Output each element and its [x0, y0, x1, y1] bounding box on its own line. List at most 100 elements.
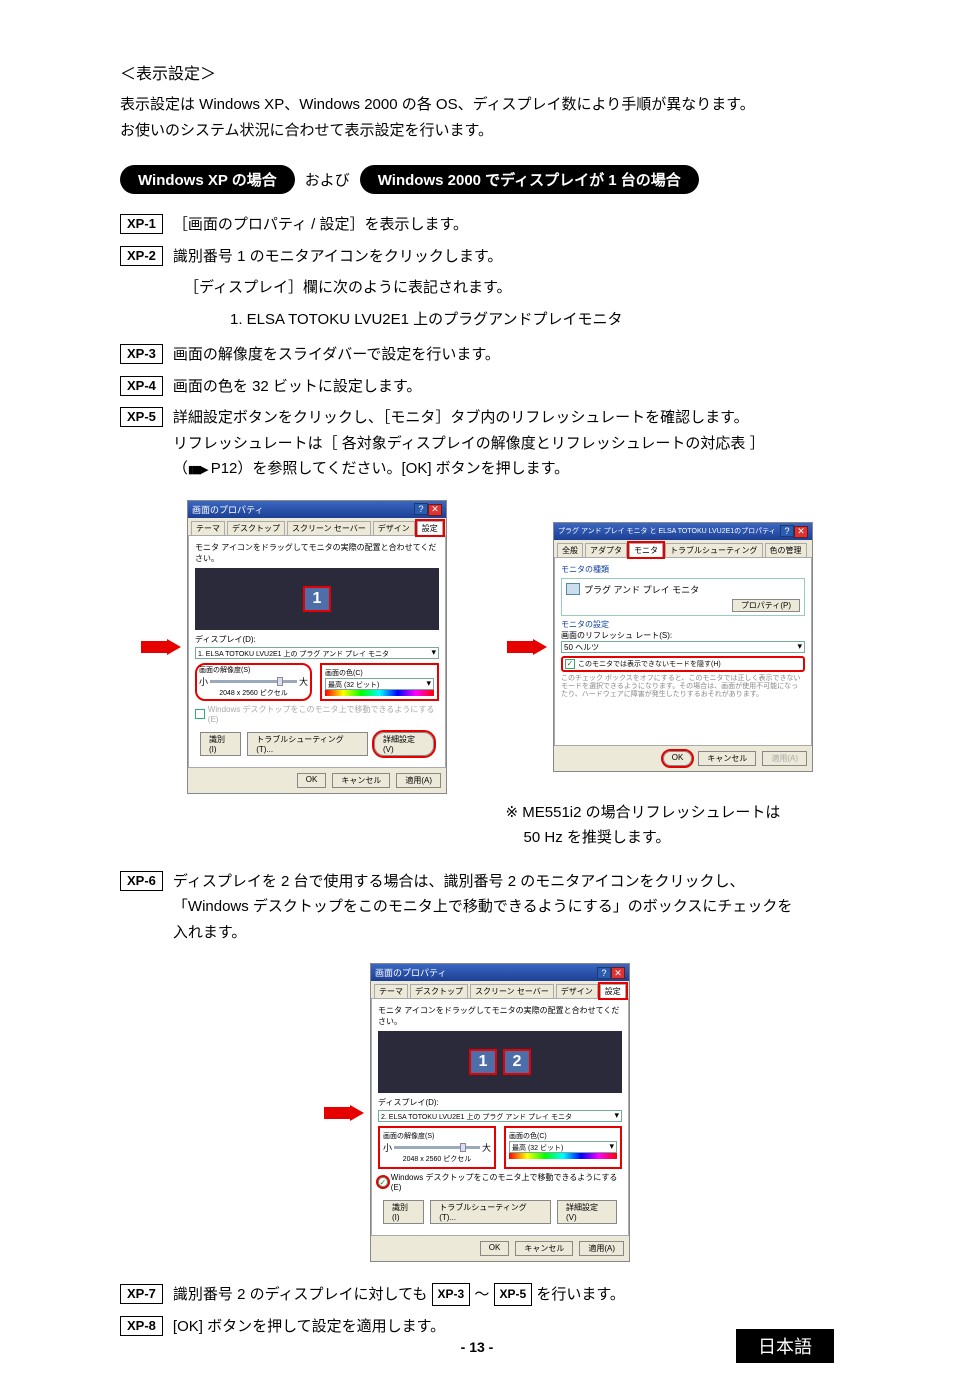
- step-xp-2-subline: ［ディスプレイ］欄に次のように表記されます。: [184, 275, 834, 301]
- xp6-line2: 「Windows デスクトップをこのモニタ上で移動できるようにする」のボックスに…: [173, 898, 792, 915]
- group-monitor-settings: モニタの設定: [561, 619, 805, 630]
- mid-button-row: 識別(I) トラブルシューティング(T)... 詳細設定(V): [378, 1195, 622, 1229]
- step-xp-3: XP-3 画面の解像度をスライダバーで設定を行います。: [120, 342, 834, 368]
- res-low: 小: [199, 675, 208, 688]
- red-arrow-icon: [324, 1105, 364, 1121]
- xp7-a: 識別番号 2 のディスプレイに対しても: [173, 1286, 432, 1303]
- step-text: 画面の色を 32 ビットに設定します。: [173, 374, 834, 400]
- tab-screensaver: スクリーン セーバー: [287, 521, 371, 535]
- window-titlebar: 画面のプロパティ ?✕: [371, 964, 629, 981]
- hide-modes-label: このモニタでは表示できないモードを隠す(H): [578, 659, 721, 669]
- apply-button: 適用(A): [396, 773, 441, 788]
- figure-row-1: 画面のプロパティ ?✕ テーマ デスクトップ スクリーン セーバー デザイン 設…: [120, 500, 834, 794]
- display-dropdown: 1. ELSA TOTOKU LVU2E1 上の プラグ アンド プレイ モニタ: [195, 647, 439, 659]
- step-text: ［画面のプロパティ / 設定］を表示します。: [173, 212, 834, 238]
- monitor-icon-1: 1: [303, 586, 331, 612]
- slider-box: 画面の解像度(S) 小 大 2048 x 2560 ピクセル 画面の色(C) 最…: [195, 663, 439, 701]
- settings-pane: モニタ アイコンをドラッグしてモニタの実際の配置と合わせてください。 1 ディス…: [188, 536, 446, 768]
- tab-desktop: デスクトップ: [410, 984, 468, 998]
- figure-display-properties: 画面のプロパティ ?✕ テーマ デスクトップ スクリーン セーバー デザイン 設…: [187, 500, 447, 794]
- res-value: 2048 x 2560 ピクセル: [383, 1154, 491, 1164]
- xp6-line1: ディスプレイを 2 台で使用する場合は、識別番号 2 のモニタアイコンをクリック…: [173, 873, 745, 890]
- troubleshoot-button: トラブルシューティング(T)...: [247, 732, 368, 756]
- hide-modes-note: このチェック ボックスをオフにすると、このモニタでは正しく表示できないモードを選…: [561, 675, 805, 700]
- identify-button: 識別(I): [383, 1200, 424, 1224]
- intro-line-1: 表示設定は Windows XP、Windows 2000 の各 OS、ディスプ…: [120, 96, 755, 113]
- xp6-line3: 入れます。: [173, 924, 247, 941]
- color-label: 画面の色(C): [325, 668, 434, 678]
- step-tag: XP-5: [120, 407, 163, 427]
- window-titlebar: 画面のプロパティ ?✕: [188, 501, 446, 518]
- note-line-2: 50 Hz を推奨します。: [506, 829, 671, 846]
- tab-colormgmt: 色の管理: [765, 543, 807, 557]
- step-tag: XP-8: [120, 1316, 163, 1336]
- step-text: 詳細設定ボタンをクリックし、［モニタ］タブ内のリフレッシュレートを確認します。 …: [173, 405, 834, 482]
- xp5-line2c: P12）を参照してください。[OK] ボタンを押します。: [207, 460, 570, 477]
- extend-desktop-row: Windows デスクトップをこのモニタ上で移動できるようにする(E): [195, 704, 439, 724]
- bottom-button-row: OK キャンセル 適用(A): [188, 768, 446, 793]
- step-tag: XP-1: [120, 214, 163, 234]
- ok-button: OK: [297, 773, 327, 788]
- language-badge: 日本語: [736, 1329, 834, 1363]
- tab-theme: テーマ: [191, 521, 225, 535]
- step-xp-5: XP-5 詳細設定ボタンをクリックし、［モニタ］タブ内のリフレッシュレートを確認…: [120, 405, 834, 482]
- color-label: 画面の色(C): [509, 1131, 617, 1141]
- step-tag: XP-4: [120, 376, 163, 396]
- window-title: プラグ アンド プレイ モニタ と ELSA TOTOKU LVU2E1のプロパ…: [558, 526, 776, 536]
- advanced-button: 詳細設定(V): [557, 1200, 617, 1224]
- intro-line-2: お使いのシステム状況に合わせて表示設定を行います。: [120, 122, 493, 139]
- checkbox-icon: [195, 709, 205, 719]
- pill-windows-xp: Windows XP の場合: [120, 165, 295, 194]
- inline-ref-xp3: XP-3: [432, 1283, 471, 1305]
- step-xp-2: XP-2 識別番号 1 のモニタアイコンをクリックします。: [120, 244, 834, 270]
- tab-settings: 設定: [417, 521, 443, 535]
- tab-design: デザイン: [373, 521, 415, 535]
- display-value: 2. ELSA TOTOKU LVU2E1 上の プラグ アンド プレイ モニタ: [379, 1114, 572, 1121]
- tab-theme: テーマ: [374, 984, 408, 998]
- color-value: 最高 (32 ビット): [510, 1145, 563, 1152]
- tab-row: テーマ デスクトップ スクリーン セーバー デザイン 設定: [188, 518, 446, 536]
- slider-box: 画面の解像度(S) 小 大 2048 x 2560 ピクセル 画面の色(C) 最…: [378, 1126, 622, 1169]
- figure-2-wrap: プラグ アンド プレイ モニタ と ELSA TOTOKU LVU2E1のプロパ…: [507, 500, 813, 794]
- tab-general: 全般: [557, 543, 583, 557]
- step-tag: XP-2: [120, 246, 163, 266]
- os-condition-row: Windows XP の場合 および Windows 2000 でディスプレイが…: [120, 165, 834, 194]
- monitor-name: プラグ アンド プレイ モニタ: [584, 583, 699, 596]
- settings-pane: モニタ アイコンをドラッグしてモニタの実際の配置と合わせてください。 1 2 デ…: [371, 999, 629, 1236]
- res-low: 小: [383, 1141, 392, 1154]
- res-high: 大: [482, 1141, 491, 1154]
- refresh-label: 画面のリフレッシュ レート(S):: [561, 630, 805, 641]
- figure-row-2: 画面のプロパティ ?✕ テーマ デスクトップ スクリーン セーバー デザイン 設…: [120, 963, 834, 1262]
- resolution-pane: 画面の解像度(S) 小 大 2048 x 2560 ピクセル: [378, 1126, 496, 1169]
- display-label: ディスプレイ(D):: [195, 634, 256, 645]
- step-tag: XP-7: [120, 1284, 163, 1304]
- ok-button: OK: [480, 1241, 510, 1256]
- cancel-button: キャンセル: [515, 1241, 573, 1256]
- checkbox-icon: ✓: [565, 659, 575, 669]
- step-xp-2-enum: 1. ELSA TOTOKU LVU2E1 上のプラグアンドプレイモニタ: [230, 307, 834, 333]
- step-text: 識別番号 1 のモニタアイコンをクリックします。: [173, 244, 834, 270]
- page-ref-arrow-icon: [188, 456, 207, 482]
- step-xp-1: XP-1 ［画面のプロパティ / 設定］を表示します。: [120, 212, 834, 238]
- step-xp-4: XP-4 画面の色を 32 ビットに設定します。: [120, 374, 834, 400]
- display-field: ディスプレイ(D):: [195, 634, 439, 645]
- display-dropdown: 2. ELSA TOTOKU LVU2E1 上の プラグ アンド プレイ モニタ: [378, 1110, 622, 1122]
- document-page: ＜表示設定＞ 表示設定は Windows XP、Windows 2000 の各 …: [0, 0, 954, 1385]
- monitor-icon-2: 2: [503, 1049, 531, 1075]
- red-arrow-icon: [141, 639, 181, 655]
- refresh-dropdown: 50 ヘルツ: [561, 641, 805, 653]
- properties-button: プロパティ(P): [732, 599, 800, 612]
- tab-row: 全般 アダプタ モニタ トラブルシューティング 色の管理: [554, 540, 812, 558]
- extend-label: Windows デスクトップをこのモニタ上で移動できるようにする(E): [208, 704, 439, 724]
- troubleshoot-button: トラブルシューティング(T)...: [430, 1200, 551, 1224]
- tab-desktop: デスクトップ: [227, 521, 285, 535]
- bottom-button-row: OK キャンセル 適用(A): [371, 1236, 629, 1261]
- pill-separator: および: [305, 169, 350, 190]
- refresh-rate-note: ※ ME551i2 の場合リフレッシュレートは 50 Hz を推奨します。: [506, 800, 834, 851]
- display-field: ディスプレイ(D):: [378, 1097, 622, 1108]
- apply-button: 適用(A): [762, 751, 807, 766]
- step-xp-7: XP-7 識別番号 2 のディスプレイに対しても XP-3 ～ XP-5 を行い…: [120, 1282, 834, 1308]
- step-text: ディスプレイを 2 台で使用する場合は、識別番号 2 のモニタアイコンをクリック…: [173, 869, 834, 946]
- tab-troubleshoot: トラブルシューティング: [665, 543, 763, 557]
- step-xp-6: XP-6 ディスプレイを 2 台で使用する場合は、識別番号 2 のモニタアイコン…: [120, 869, 834, 946]
